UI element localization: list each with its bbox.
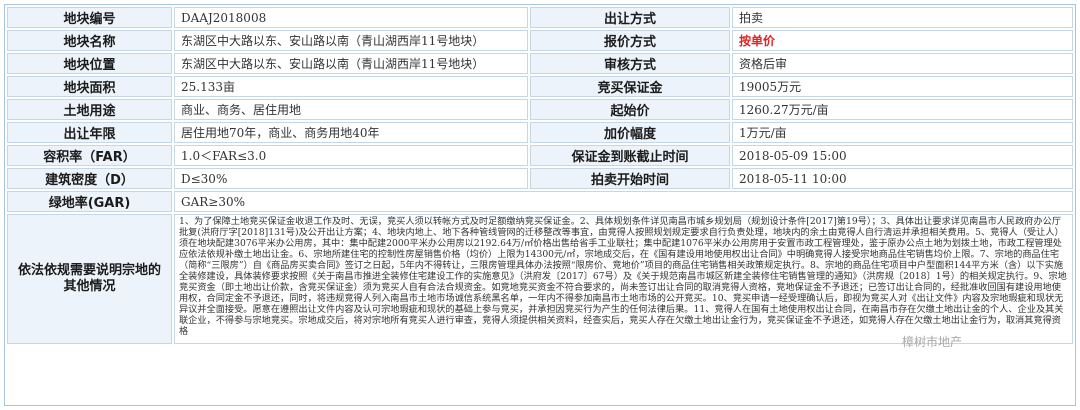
row-parcel-location: 地块位置 东湖区中大路以东、安山路以南（青山湖西岸11号地块） 审核方式 资格后… [7,53,1073,74]
row-parcel-area: 地块面积 25.133亩 竞买保证金 19005万元 [7,76,1073,97]
value-auction-start: 2018-05-11 10:00 [732,168,1073,189]
row-far: 容积率（FAR） 1.0＜FAR≤3.0 保证金到账截止时间 2018-05-0… [7,145,1073,166]
value-green-ratio: GAR≥30% [174,191,1073,212]
label-quote-method: 报价方式 [530,30,730,51]
value-bid-increment: 1万元/亩 [732,122,1073,143]
row-other-notes: 依法依规需要说明宗地的其他情况 1、为了保障土地竞买保证金收退工作及时、无误，竞… [7,214,1073,344]
watermark: 樟树市地产 [901,335,962,349]
value-deposit-deadline: 2018-05-09 15:00 [732,145,1073,166]
value-parcel-name: 东湖区中大路以东、安山路以南（青山湖西岸11号地块） [174,30,528,51]
value-building-density: D≤30% [174,168,528,189]
value-parcel-location: 东湖区中大路以东、安山路以南（青山湖西岸11号地块） [174,53,528,74]
value-far: 1.0＜FAR≤3.0 [174,145,528,166]
label-green-ratio: 绿地率(GAR) [7,191,172,212]
label-building-density: 建筑密度（D） [7,168,172,189]
label-transfer-term: 出让年限 [7,122,172,143]
row-land-use: 土地用途 商业、商务、居住用地 起始价 1260.27万元/亩 [7,99,1073,120]
value-review-method: 资格后审 [732,53,1073,74]
label-far: 容积率（FAR） [7,145,172,166]
row-parcel-name: 地块名称 东湖区中大路以东、安山路以南（青山湖西岸11号地块） 报价方式 按单价 [7,30,1073,51]
label-other-notes: 依法依规需要说明宗地的其他情况 [7,214,172,344]
value-other-notes: 1、为了保障土地竞买保证金收退工作及时、无误，竞买人须以转帐方式及时足额缴纳竞买… [174,214,1073,344]
label-parcel-area: 地块面积 [7,76,172,97]
label-land-use: 土地用途 [7,99,172,120]
label-deposit-deadline: 保证金到账截止时间 [530,145,730,166]
value-parcel-number: DAAJ2018008 [174,7,528,28]
label-parcel-name: 地块名称 [7,30,172,51]
label-bid-increment: 加价幅度 [530,122,730,143]
row-green-ratio: 绿地率(GAR) GAR≥30% [7,191,1073,212]
value-bid-deposit: 19005万元 [732,76,1073,97]
row-building-density: 建筑密度（D） D≤30% 拍卖开始时间 2018-05-11 10:00 [7,168,1073,189]
label-bid-deposit: 竞买保证金 [530,76,730,97]
label-starting-price: 起始价 [530,99,730,120]
label-review-method: 审核方式 [530,53,730,74]
value-quote-method: 按单价 [732,30,1073,51]
row-parcel-number: 地块编号 DAAJ2018008 出让方式 拍卖 [7,7,1073,28]
value-transfer-term: 居住用地70年，商业、商务用地40年 [174,122,528,143]
label-parcel-number: 地块编号 [7,7,172,28]
label-parcel-location: 地块位置 [7,53,172,74]
value-transfer-method: 拍卖 [732,7,1073,28]
row-transfer-term: 出让年限 居住用地70年，商业、商务用地40年 加价幅度 1万元/亩 [7,122,1073,143]
value-land-use: 商业、商务、居住用地 [174,99,528,120]
label-transfer-method: 出让方式 [530,7,730,28]
value-starting-price: 1260.27万元/亩 [732,99,1073,120]
label-auction-start: 拍卖开始时间 [530,168,730,189]
info-table: 地块编号 DAAJ2018008 出让方式 拍卖 地块名称 东湖区中大路以东、安… [5,5,1075,346]
value-parcel-area: 25.133亩 [174,76,528,97]
